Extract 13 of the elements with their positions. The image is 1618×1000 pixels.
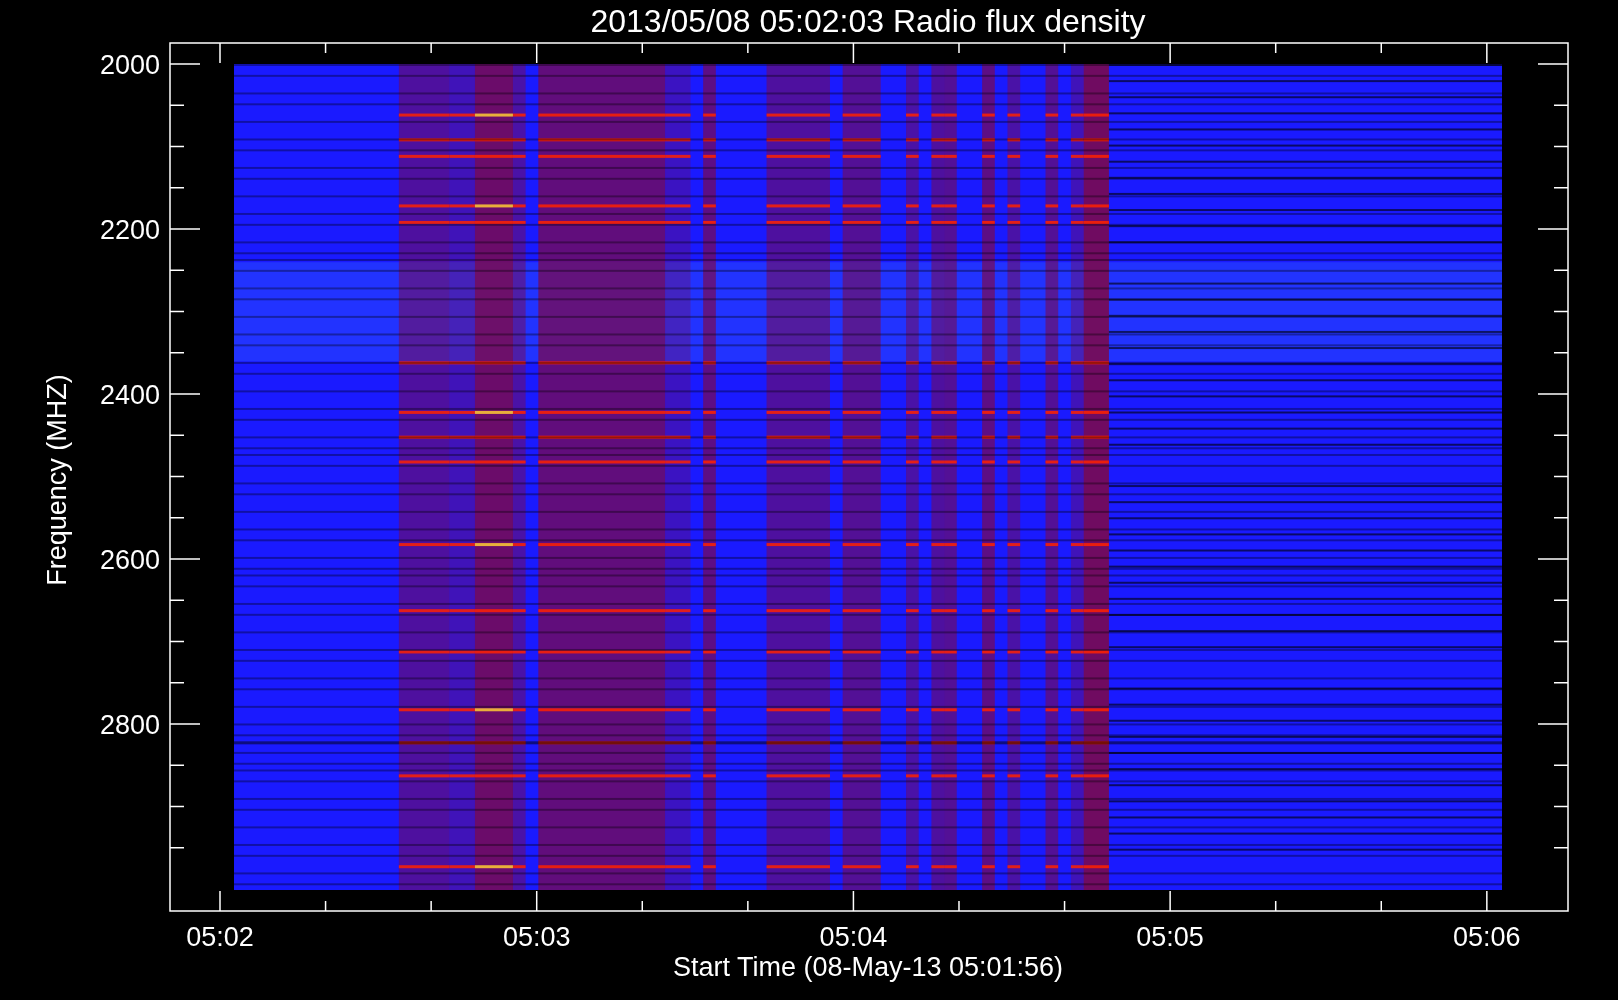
x-tick-label: 05:04 [819, 922, 888, 952]
x-axis-label: Start Time (08-May-13 05:01:56) [672, 952, 1064, 982]
x-tick-label: 05:02 [186, 922, 254, 952]
plot-title: 2013/05/08 05:02:03 Radio flux density [590, 3, 1146, 39]
y-tick-label: 2000 [99, 50, 160, 80]
x-tick-label: 05:06 [1453, 922, 1521, 952]
y-tick-label: 2200 [99, 215, 160, 245]
x-tick-label: 05:03 [502, 922, 571, 952]
y-tick-label: 2600 [99, 545, 160, 575]
y-axis-label: Frequency (MHZ) [42, 374, 72, 586]
x-tick-label: 05:05 [1136, 922, 1204, 952]
y-tick-label: 2400 [99, 380, 160, 410]
y-tick-label: 2800 [99, 710, 160, 740]
